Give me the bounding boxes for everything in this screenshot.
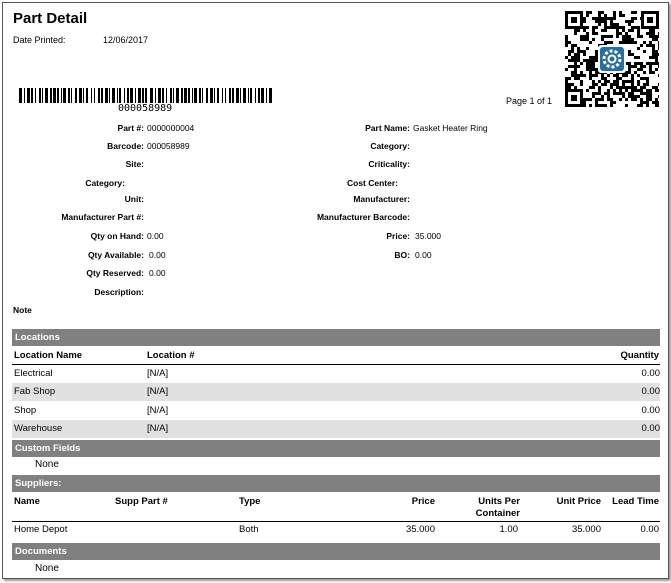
part-number-label: Part #: bbox=[117, 123, 144, 133]
part-number-value: 0000000004 bbox=[147, 123, 195, 133]
price-label: Price: bbox=[386, 231, 410, 241]
location-quantity-cell: 0.00 bbox=[641, 386, 661, 397]
location-number-cell: [N/A] bbox=[147, 386, 169, 397]
documents-empty-text: None bbox=[35, 563, 59, 574]
supplier-lead-time-cell: 0.00 bbox=[640, 524, 660, 535]
part-name-label: Part Name: bbox=[365, 123, 410, 133]
qty-reserved-value: 0.00 bbox=[149, 268, 166, 278]
note-label: Note bbox=[13, 305, 32, 315]
location-name-cell: Fab Shop bbox=[14, 386, 56, 397]
location-number-cell: [N/A] bbox=[147, 405, 169, 416]
table-row: Fab Shop [N/A] 0.00 bbox=[12, 383, 660, 401]
custom-fields-section-header: Custom Fields bbox=[12, 440, 660, 457]
qr-code-icon bbox=[565, 11, 659, 107]
location-quantity-cell: 0.00 bbox=[641, 423, 661, 434]
description-label: Description: bbox=[94, 287, 144, 297]
qty-available-value: 0.00 bbox=[149, 250, 166, 260]
barcode-value: 000058989 bbox=[147, 141, 190, 151]
quantity-header: Quantity bbox=[620, 350, 659, 361]
page-number: Page 1 of 1 bbox=[506, 96, 553, 106]
criticality-label: Criticality: bbox=[368, 159, 410, 169]
suppliers-section-header: Suppliers: bbox=[12, 475, 660, 492]
category-label: Category: bbox=[85, 178, 125, 188]
locations-section-header: Locations bbox=[12, 329, 660, 346]
suppliers-header-divider bbox=[12, 521, 660, 522]
supplier-name-header: Name bbox=[14, 496, 40, 507]
table-row: Warehouse [N/A] 0.00 bbox=[12, 420, 660, 438]
bo-value: 0.00 bbox=[415, 250, 432, 260]
category-right-label: Category: bbox=[370, 141, 410, 151]
location-name-cell: Shop bbox=[14, 405, 37, 416]
table-row: Electrical [N/A] 0.00 bbox=[12, 365, 660, 383]
qty-on-hand-value: 0.00 bbox=[147, 231, 164, 241]
report-title: Part Detail bbox=[13, 10, 88, 27]
price-value: 35.000 bbox=[415, 231, 441, 241]
location-number-cell: [N/A] bbox=[147, 423, 169, 434]
price-header: Price bbox=[411, 496, 435, 507]
supplier-price-cell: 35.000 bbox=[405, 524, 435, 535]
site-label: Site: bbox=[125, 159, 144, 169]
supplier-type-cell: Both bbox=[239, 524, 259, 535]
manufacturer-barcode-label: Manufacturer Barcode: bbox=[316, 212, 410, 222]
supplier-name-cell: Home Depot bbox=[14, 524, 68, 535]
qty-on-hand-label: Qty on Hand: bbox=[90, 231, 144, 241]
documents-section-header: Documents bbox=[12, 543, 660, 560]
type-header: Type bbox=[239, 496, 261, 507]
location-number-cell: [N/A] bbox=[147, 368, 169, 379]
unit-label: Unit: bbox=[124, 194, 144, 204]
location-name-cell: Warehouse bbox=[14, 423, 63, 434]
barcode-icon bbox=[19, 88, 272, 103]
barcode-label: Barcode: bbox=[107, 141, 144, 151]
custom-fields-empty-text: None bbox=[35, 459, 59, 470]
part-name-value: Gasket Heater Ring bbox=[413, 123, 488, 133]
location-quantity-cell: 0.00 bbox=[641, 368, 661, 379]
qty-reserved-label: Qty Reserved: bbox=[86, 268, 144, 278]
manufacturer-part-label: Manufacturer Part #: bbox=[61, 212, 144, 222]
qty-available-label: Qty Available: bbox=[87, 250, 144, 260]
bo-label: BO: bbox=[394, 250, 410, 260]
location-name-cell: Electrical bbox=[14, 368, 53, 379]
location-quantity-cell: 0.00 bbox=[641, 405, 661, 416]
manufacturer-label: Manufacturer: bbox=[353, 194, 410, 204]
unit-price-header: Unit Price bbox=[556, 496, 601, 507]
gear-icon bbox=[598, 45, 626, 73]
table-row: Shop [N/A] 0.00 bbox=[12, 402, 660, 420]
supplier-unit-price-cell: 35.000 bbox=[571, 524, 601, 535]
date-printed-value: 12/06/2017 bbox=[103, 35, 149, 45]
cost-center-label: Cost Center: bbox=[346, 178, 398, 188]
barcode-number: 000058989 bbox=[118, 103, 173, 114]
date-printed-label: Date Printed: bbox=[13, 35, 66, 45]
supp-part-header: Supp Part # bbox=[115, 496, 168, 507]
units-per-container-header: Units Per Container bbox=[475, 496, 520, 519]
location-number-header: Location # bbox=[147, 350, 195, 361]
supplier-units-cell: 1.00 bbox=[499, 524, 519, 535]
location-name-header: Location Name bbox=[14, 350, 83, 361]
report-page: Part Detail Date Printed: 12/06/2017 000… bbox=[2, 2, 669, 579]
lead-time-header: Lead Time bbox=[612, 496, 659, 507]
